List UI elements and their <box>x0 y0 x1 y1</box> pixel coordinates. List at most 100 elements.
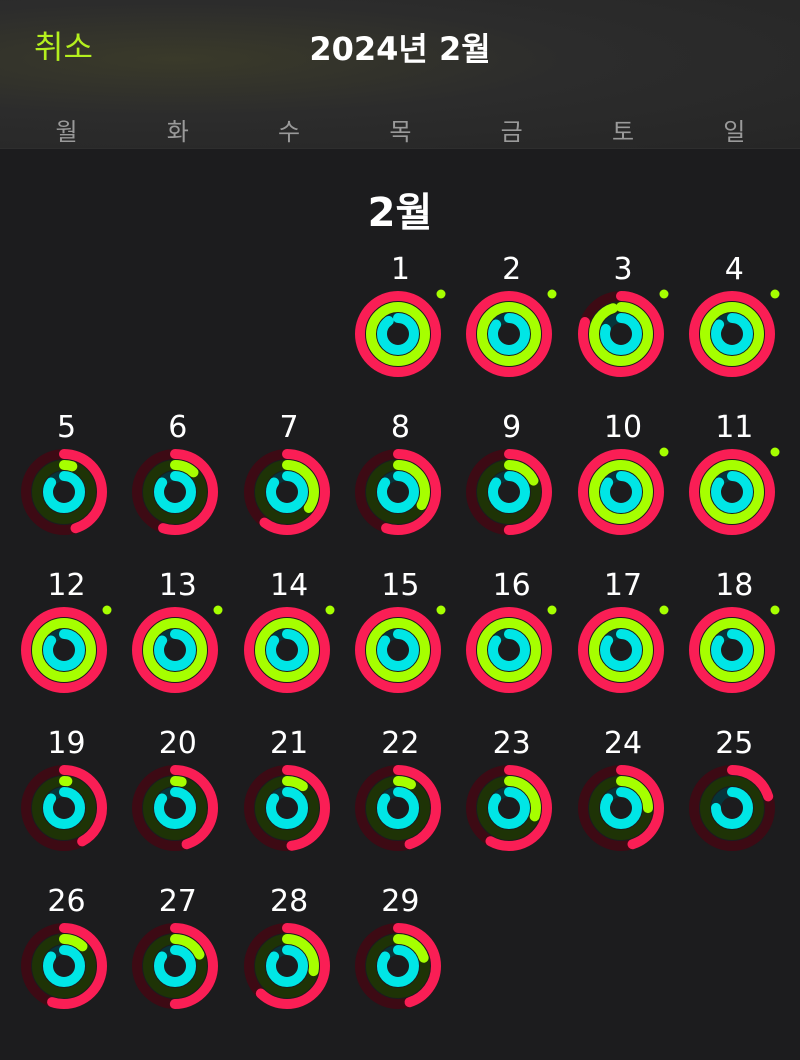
stand-ring <box>488 313 531 355</box>
activity-rings-icon <box>243 605 335 693</box>
weekday-label: 수 <box>278 118 301 146</box>
stand-ring <box>488 787 531 829</box>
activity-rings-icon <box>688 447 780 535</box>
calendar-day[interactable]: 15 <box>345 568 456 726</box>
day-number: 21 <box>270 726 309 761</box>
calendar-day[interactable]: 25 <box>679 726 790 884</box>
day-number: 11 <box>715 410 754 445</box>
day-number: 26 <box>47 884 86 919</box>
calendar-day[interactable]: 19 <box>11 726 122 884</box>
activity-rings-icon <box>466 765 553 851</box>
stand-ring <box>710 471 753 513</box>
activity-rings-icon <box>354 289 446 377</box>
stand-ring <box>599 787 642 829</box>
stand-ring <box>599 471 642 513</box>
calendar-day[interactable]: 18 <box>679 568 790 726</box>
weekday-label: 토 <box>611 118 635 146</box>
calendar-day[interactable]: 2 <box>456 252 567 410</box>
calendar-day[interactable]: 7 <box>234 410 345 568</box>
stand-ring <box>488 629 531 671</box>
calendar-day[interactable]: 26 <box>11 884 122 1042</box>
calendar-day[interactable]: 12 <box>11 568 122 726</box>
day-number: 27 <box>158 884 197 919</box>
activity-rings-icon <box>21 449 107 535</box>
stand-ring <box>599 629 642 671</box>
stand-ring <box>376 471 419 513</box>
day-number: 29 <box>381 884 420 919</box>
activity-rings-icon <box>132 923 219 1009</box>
calendar-day[interactable]: 20 <box>122 726 233 884</box>
activity-rings-icon <box>354 765 441 851</box>
goal-dot-icon <box>102 605 112 615</box>
calendar-day[interactable]: 5 <box>11 410 122 568</box>
stand-ring <box>154 945 197 987</box>
page-title: 2024년 2월 <box>309 30 491 68</box>
activity-rings-icon <box>354 923 441 1009</box>
activity-rings-icon <box>21 605 112 693</box>
calendar-day[interactable]: 24 <box>568 726 679 884</box>
stand-ring <box>154 629 197 671</box>
activity-rings-icon <box>354 605 446 693</box>
activity-rings-icon <box>577 605 668 693</box>
day-number: 5 <box>56 410 77 445</box>
day-number: 20 <box>158 726 197 761</box>
day-number: 7 <box>279 410 299 445</box>
stand-ring <box>43 629 85 671</box>
calendar-day[interactable]: 28 <box>234 884 345 1042</box>
activity-rings-icon <box>21 765 107 851</box>
calendar-day[interactable]: 11 <box>679 410 790 568</box>
activity-rings-icon <box>243 449 330 535</box>
stand-ring <box>265 471 308 513</box>
calendar-day[interactable]: 22 <box>345 726 456 884</box>
activity-rings-icon <box>577 447 668 535</box>
stand-ring <box>376 787 419 829</box>
stand-ring <box>43 471 85 513</box>
stand-ring <box>376 313 419 355</box>
activity-rings-icon <box>132 765 219 851</box>
day-number: 16 <box>492 568 531 603</box>
goal-dot-icon <box>436 605 446 615</box>
day-number: 14 <box>270 568 309 603</box>
stand-ring <box>376 945 419 987</box>
calendar-day[interactable]: 27 <box>122 884 233 1042</box>
month-label: 2월 <box>367 190 433 236</box>
day-number: 4 <box>724 252 744 287</box>
activity-rings-icon <box>132 449 219 535</box>
calendar-day[interactable]: 8 <box>345 410 456 568</box>
calendar-day[interactable]: 13 <box>122 568 233 726</box>
goal-dot-icon <box>770 289 780 299</box>
calendar-day[interactable]: 10 <box>568 410 679 568</box>
calendar-day[interactable]: 9 <box>456 410 567 568</box>
goal-dot-icon <box>547 289 557 299</box>
stand-ring <box>154 471 197 513</box>
calendar-day[interactable]: 1 <box>345 252 456 410</box>
calendar-day[interactable]: 3 <box>568 252 679 410</box>
calendar-day[interactable]: 29 <box>345 884 456 1042</box>
activity-rings-icon <box>577 289 668 377</box>
goal-dot-icon <box>659 289 668 299</box>
goal-dot-icon <box>547 605 557 615</box>
calendar-day[interactable]: 14 <box>234 568 345 726</box>
stand-ring <box>376 629 419 671</box>
day-number: 19 <box>47 726 86 761</box>
stand-ring <box>710 629 753 671</box>
stand-ring <box>43 945 85 987</box>
goal-dot-icon <box>436 289 446 299</box>
activity-rings-icon <box>466 289 557 377</box>
day-number: 28 <box>270 884 309 919</box>
activity-rings-icon <box>243 765 330 851</box>
calendar-day[interactable]: 21 <box>234 726 345 884</box>
weekday-label: 일 <box>723 118 746 146</box>
calendar-day[interactable]: 6 <box>122 410 233 568</box>
stand-ring <box>43 787 85 829</box>
calendar-day[interactable]: 23 <box>456 726 567 884</box>
goal-dot-icon <box>770 605 780 615</box>
calendar-day[interactable]: 16 <box>456 568 567 726</box>
calendar-day[interactable]: 17 <box>568 568 679 726</box>
weekday-label: 목 <box>389 118 412 146</box>
day-number: 3 <box>613 252 633 287</box>
day-number: 8 <box>390 410 410 445</box>
day-number: 23 <box>492 726 531 761</box>
calendar-day[interactable]: 4 <box>679 252 790 410</box>
activity-rings-icon <box>354 449 441 535</box>
